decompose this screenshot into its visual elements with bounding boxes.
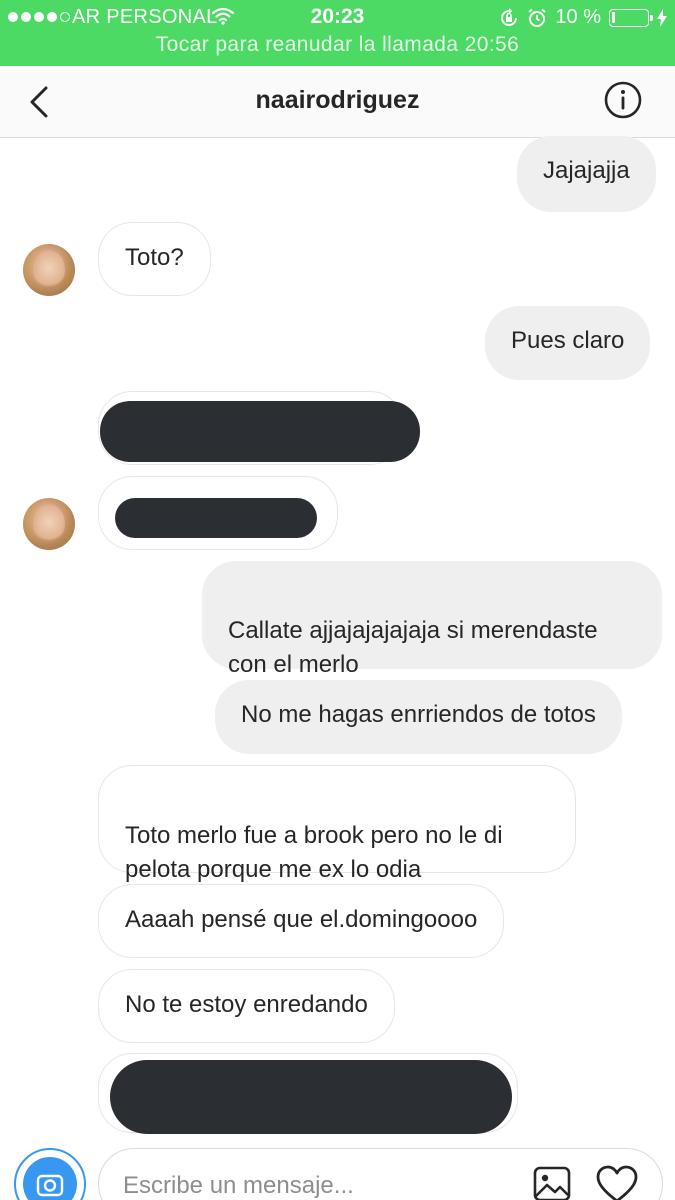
message-bubble-outgoing[interactable]: Callate ajjajajajajaja si merendaste con… (202, 561, 662, 678)
rotation-lock-icon (501, 7, 518, 26)
message-bubble-incoming[interactable]: Toto? (98, 222, 211, 296)
status-right: 10 % (499, 6, 667, 29)
redaction-bar (100, 401, 420, 462)
camera-icon (23, 1157, 77, 1200)
heart-icon[interactable] (596, 1165, 638, 1200)
charging-bolt-icon (657, 8, 667, 27)
message-text: Toto? (125, 244, 184, 271)
message-bubble-outgoing[interactable]: Jajajajja (517, 136, 656, 212)
image-icon[interactable] (533, 1166, 571, 1200)
info-icon[interactable] (603, 80, 643, 120)
redaction-bar (115, 498, 317, 538)
message-bubble-incoming[interactable]: Toto merlo fue a brook pero no le di pel… (98, 765, 576, 883)
message-text: No me hagas enrriendos de totos (241, 701, 596, 728)
redaction-bar (110, 1060, 512, 1134)
message-text: Callate ajjajajajajaja si merendaste con… (228, 617, 598, 678)
message-composer (98, 1148, 663, 1200)
status-row: AR PERSONAL 20:23 10 % (0, 0, 675, 34)
avatar[interactable] (23, 498, 75, 550)
message-bubble-outgoing[interactable]: No me hagas enrriendos de totos (215, 680, 622, 754)
return-to-call-banner[interactable]: Tocar para reanudar la llamada 20:56 (0, 33, 675, 63)
thread-title[interactable]: naairodriguez (0, 86, 675, 115)
camera-button[interactable] (14, 1148, 86, 1200)
message-bubble-incoming[interactable]: Aaaah pensé que el.domingoooo (98, 884, 505, 958)
message-text: Aaaah pensé que el.domingoooo (125, 906, 478, 933)
message-text: Toto merlo fue a brook pero no le di pel… (125, 822, 503, 883)
message-text: Pues claro (511, 327, 625, 354)
message-text: No te estoy enredando (125, 991, 368, 1018)
alarm-icon (528, 8, 547, 27)
avatar[interactable] (23, 244, 75, 296)
battery-icon (609, 8, 653, 27)
battery-percent: 10 % (555, 6, 601, 28)
status-bar: AR PERSONAL 20:23 10 % Tocar para reanud… (0, 0, 675, 66)
message-bubble-incoming[interactable]: No te estoy enredando (98, 969, 395, 1043)
message-text: Jajajajja (543, 157, 630, 184)
thread-header: naairodriguez (0, 66, 675, 138)
message-bubble-outgoing[interactable]: Pues claro (485, 306, 651, 380)
message-input[interactable] (123, 1169, 523, 1200)
